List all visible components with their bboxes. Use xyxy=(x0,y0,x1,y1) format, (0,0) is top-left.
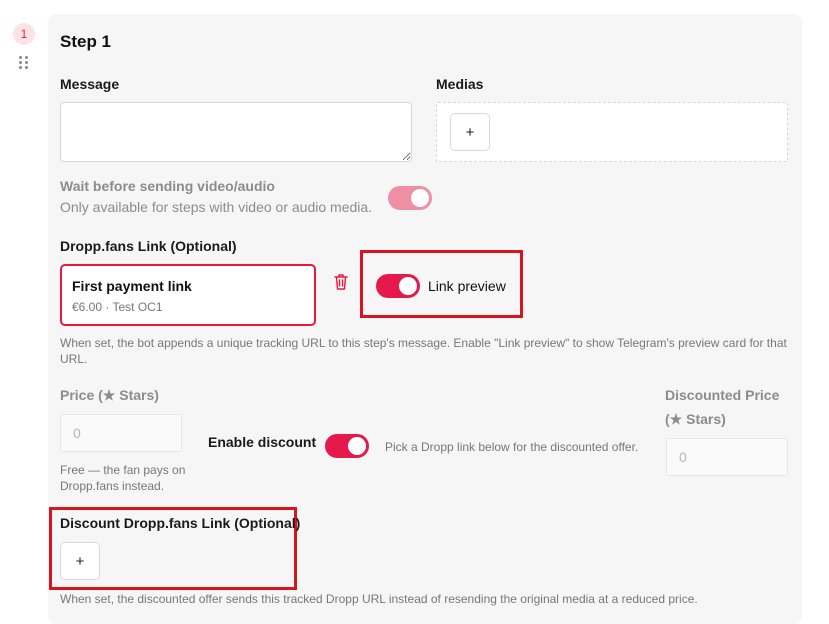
link-preview-toggle[interactable] xyxy=(376,274,420,298)
link-card-title: First payment link xyxy=(72,278,192,294)
discount-link-label: Discount Dropp.fans Link (Optional) xyxy=(60,515,301,531)
step-card: Step 1 Message Medias + Wait before send… xyxy=(48,14,802,624)
medias-dropzone[interactable]: + xyxy=(436,102,788,162)
add-discount-link-button[interactable]: + xyxy=(60,542,100,580)
enable-discount-label: Enable discount xyxy=(208,434,317,450)
link-card-subtitle: €6.00 · Test OC1 xyxy=(72,300,163,314)
toggle-knob xyxy=(411,189,429,207)
discounted-price-unit: (★ Stars) xyxy=(665,411,726,427)
step-title: Step 1 xyxy=(60,32,112,51)
dropp-link-card[interactable]: First payment link €6.00 · Test OC1 xyxy=(60,264,316,326)
step-number-badge: 1 xyxy=(13,23,35,45)
discounted-price-input[interactable]: 0 xyxy=(666,438,788,476)
toggle-knob xyxy=(399,277,417,295)
link-preview-label: Link preview xyxy=(428,278,506,294)
toggle-knob xyxy=(348,437,366,455)
enable-discount-toggle[interactable] xyxy=(325,434,369,458)
trash-icon[interactable] xyxy=(333,273,349,291)
wait-toggle[interactable] xyxy=(388,186,432,210)
price-hint: Free — the fan pays on Dropp.fans instea… xyxy=(60,463,186,493)
add-media-button[interactable]: + xyxy=(450,113,490,151)
wait-label: Wait before sending video/audio xyxy=(60,178,275,194)
dropp-link-label: Dropp.fans Link (Optional) xyxy=(60,238,237,254)
message-textarea[interactable] xyxy=(60,102,412,162)
discount-hint: Pick a Dropp link below for the discount… xyxy=(385,440,639,454)
discount-link-help: When set, the discounted offer sends thi… xyxy=(60,592,698,606)
wait-hint: Only available for steps with video or a… xyxy=(60,199,373,215)
price-input[interactable]: 0 xyxy=(60,414,182,452)
price-label: Price (★ Stars) xyxy=(60,387,159,403)
drag-handle-icon[interactable] xyxy=(19,56,29,70)
discounted-price-label: Discounted Price xyxy=(665,387,780,403)
dropp-link-help: When set, the bot appends a unique track… xyxy=(60,336,787,366)
medias-label: Medias xyxy=(436,76,484,92)
message-label: Message xyxy=(60,76,120,92)
